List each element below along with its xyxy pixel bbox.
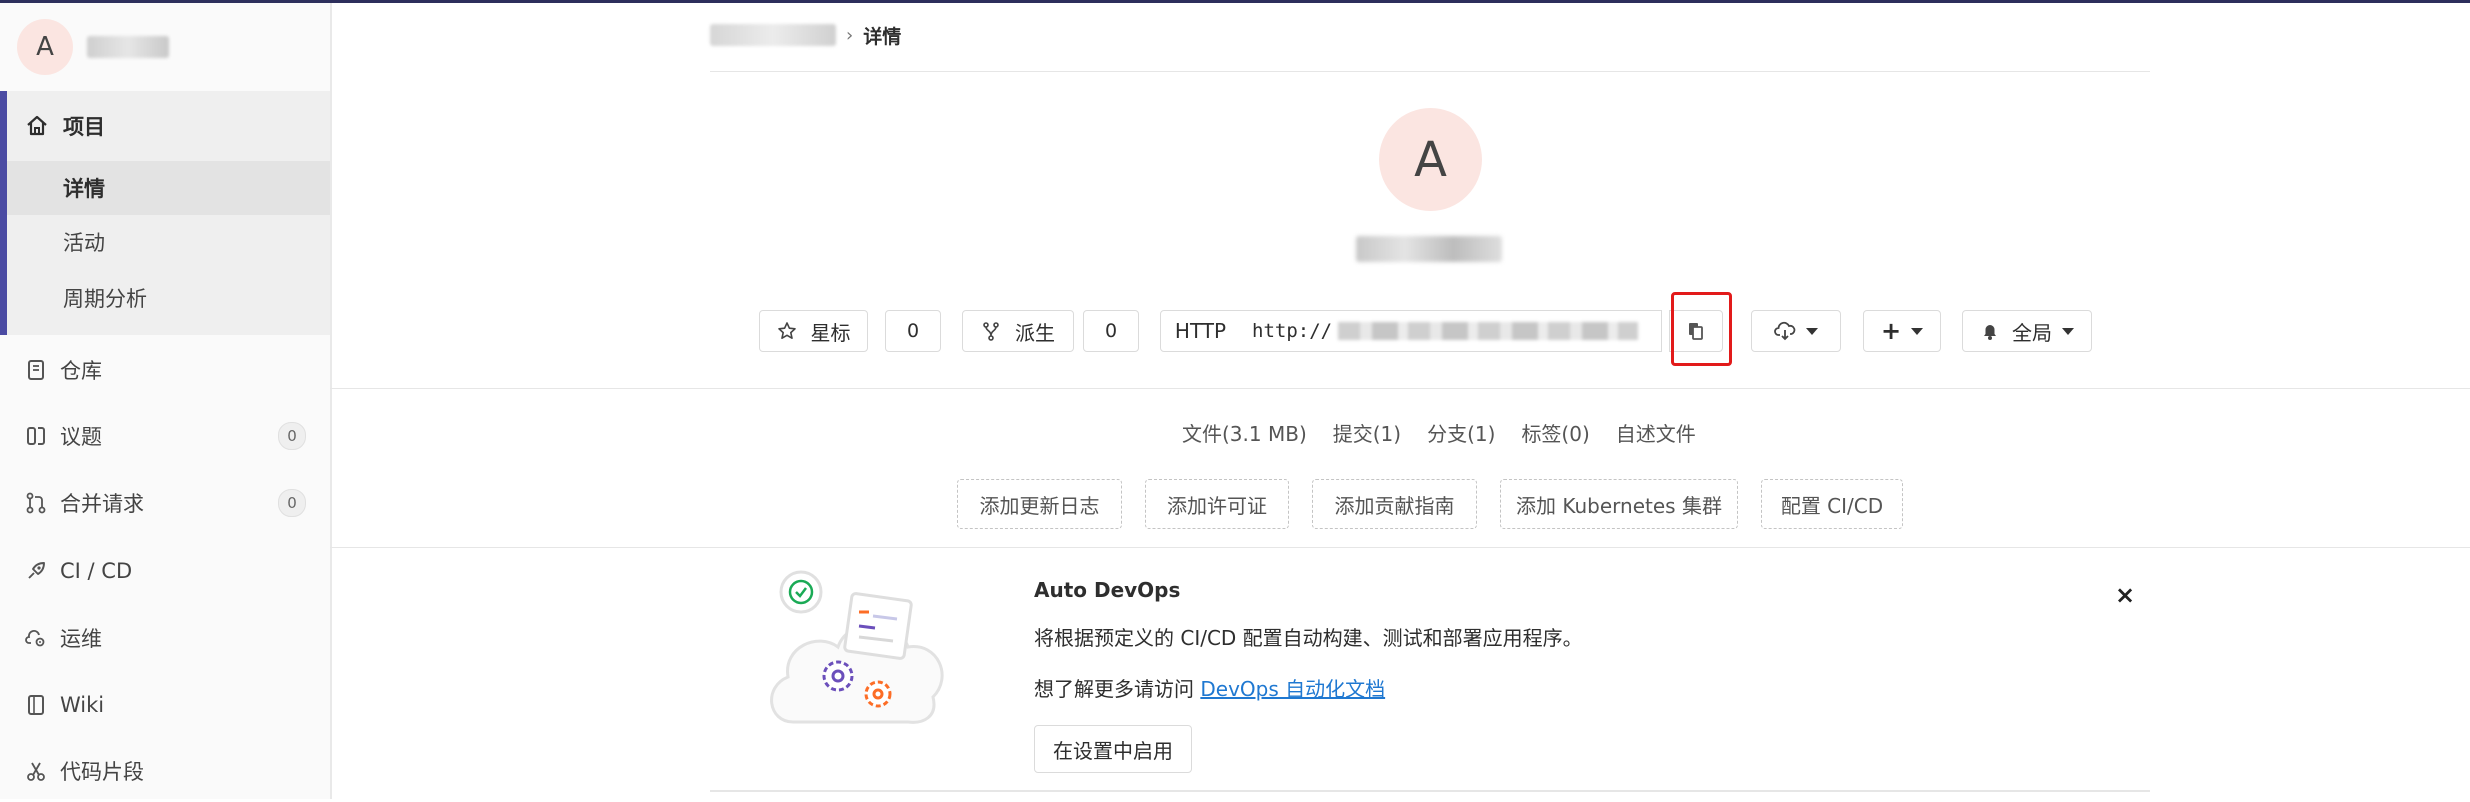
wiki-book-icon [24,693,48,717]
stat-branches-link[interactable]: 分支(1) [1427,418,1495,447]
project-title-redacted [1356,236,1502,262]
divider [330,547,2470,548]
cloud-download-icon [1774,321,1796,341]
star-count[interactable]: 0 [885,310,941,352]
divider [330,388,2470,389]
sidebar-subitem-label: 活动 [63,231,105,255]
enable-in-settings-button[interactable]: 在设置中启用 [1034,725,1192,773]
issues-icon [24,424,48,448]
cloud-gear-icon [24,626,48,650]
sidebar-item-wiki[interactable]: Wiki [0,674,330,736]
sidebar-item-label: Wiki [60,693,105,717]
project-name-redacted[interactable] [87,36,169,58]
star-button[interactable]: 星标 [759,310,868,352]
sidebar-subitem-label: 周期分析 [63,287,147,311]
divider [710,71,2150,72]
chevron-down-icon [2062,327,2074,335]
sidebar-item-merge-requests[interactable]: 合并请求 0 [0,472,330,534]
sidebar-item-repository[interactable]: 仓库 [0,339,330,401]
clone-url-input[interactable]: http:// [1240,310,1662,352]
clone-url-text: http:// [1252,320,1333,342]
close-icon[interactable]: × [2114,581,2136,609]
copy-button-highlight [1671,292,1732,366]
auto-devops-description: 将根据预定义的 CI/CD 配置自动构建、测试和部署应用程序。 [1034,626,1583,650]
breadcrumb-current: 详情 [863,25,902,48]
clone-protocol-button[interactable]: HTTP [1160,310,1241,352]
auto-devops-docs-link[interactable]: DevOps 自动化文档 [1200,677,1385,701]
top-bar [0,0,2470,3]
rocket-icon [24,559,48,583]
sidebar-subitem-details[interactable]: 详情 [7,161,330,215]
project-stats: 文件(3.1 MB) 提交(1) 分支(1) 标签(0) 自述文件 [1182,418,1722,447]
sidebar-item-label: 运维 [60,627,102,651]
breadcrumb-separator: › [846,24,854,46]
add-contributing-button[interactable]: 添加贡献指南 [1312,479,1477,529]
chevron-down-icon [1911,327,1924,335]
configure-ci-cd-button[interactable]: 配置 CI/CD [1761,479,1903,529]
sidebar-item-label: 合并请求 [60,492,144,516]
merge-requests-count-badge: 0 [278,489,306,517]
clone-url-redacted [1338,322,1639,340]
auto-devops-more-info: 想了解更多请访问 DevOps 自动化文档 [1034,673,1385,702]
fork-button[interactable]: 派生 [962,310,1074,352]
sidebar-subitem-label: 详情 [63,177,105,201]
sidebar-project-header[interactable]: A [17,17,169,77]
auto-devops-title: Auto DevOps [1034,578,1181,602]
merge-request-icon [24,491,48,515]
stat-files-link[interactable]: 文件(3.1 MB) [1182,418,1307,447]
breadcrumb-project-link-redacted[interactable] [710,24,836,46]
stat-tags-link[interactable]: 标签(0) [1521,418,1589,447]
sidebar: A 项目 详情 活动 周期分析 仓库 议题 0 合并请求 0 CI / CD 运… [0,3,332,799]
sidebar-subitem-activity[interactable]: 活动 [7,215,330,269]
sidebar-item-issues[interactable]: 议题 0 [0,405,330,467]
sidebar-item-operations[interactable]: 运维 [0,607,330,669]
sidebar-subitem-cycle-analytics[interactable]: 周期分析 [7,271,330,325]
add-kubernetes-cluster-button[interactable]: 添加 Kubernetes 集群 [1500,479,1738,529]
sidebar-item-label: 议题 [60,425,102,449]
sidebar-item-project[interactable]: 项目 [7,91,330,161]
star-icon [777,322,796,339]
add-changelog-button[interactable]: 添加更新日志 [957,479,1122,529]
project-avatar[interactable]: A [17,19,73,75]
sidebar-item-label: 项目 [63,115,105,139]
sidebar-item-label: 代码片段 [60,760,144,784]
download-dropdown[interactable] [1751,310,1841,352]
star-label: 星标 [810,320,851,345]
new-item-dropdown[interactable]: + [1863,310,1941,352]
fork-icon [983,322,999,341]
auto-devops-illustration [770,570,944,724]
sidebar-item-ci-cd[interactable]: CI / CD [0,540,330,602]
divider [710,790,2150,792]
project-avatar-large: A [1379,108,1482,211]
auto-devops-more-prefix: 想了解更多请访问 [1034,677,1201,701]
sidebar-item-snippets[interactable]: 代码片段 [0,740,330,802]
sidebar-section-project: 项目 详情 活动 周期分析 [0,91,330,335]
bell-icon [1984,325,1996,340]
fork-label: 派生 [1015,320,1055,345]
stat-readme-link[interactable]: 自述文件 [1616,418,1696,447]
stat-commits-link[interactable]: 提交(1) [1333,418,1401,447]
scissors-icon [24,759,48,783]
breadcrumb: › 详情 [710,20,901,50]
home-icon [27,115,47,136]
issues-count-badge: 0 [278,422,306,450]
fork-count[interactable]: 0 [1083,310,1139,352]
notification-dropdown[interactable]: 全局 [1962,310,2092,352]
sidebar-item-label: 仓库 [60,359,102,383]
book-icon [24,358,48,382]
chevron-down-icon [1806,327,1818,335]
add-license-button[interactable]: 添加许可证 [1145,479,1289,529]
plus-icon: + [1880,317,1902,345]
notification-label: 全局 [2012,320,2052,345]
sidebar-item-label: CI / CD [60,559,133,583]
